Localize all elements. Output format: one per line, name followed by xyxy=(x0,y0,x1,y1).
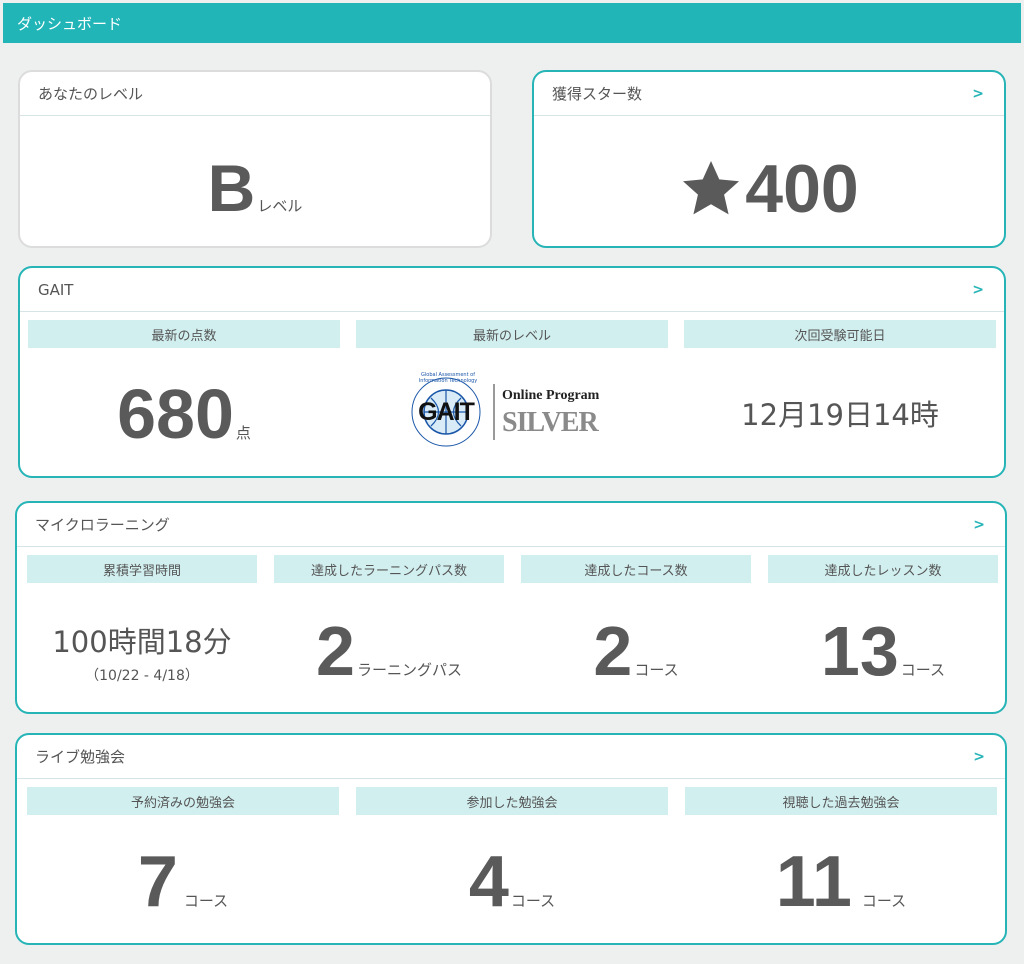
gait-score-label: 最新の点数 xyxy=(28,320,340,348)
page-title: ダッシュボード xyxy=(17,14,123,33)
level-card-header: あなたのレベル xyxy=(20,72,490,116)
level-card: あなたのレベル B レベル xyxy=(18,70,492,248)
gait-logo-level: SILVER xyxy=(502,407,599,438)
reserved-sessions-box: 7 コース xyxy=(27,841,339,923)
microlearning-card-header: マイクロラーニング > xyxy=(17,503,1005,547)
gait-logo-brand: GAIT xyxy=(418,398,475,426)
gait-silver-logo: Global Assessment of Information Technol… xyxy=(404,372,624,452)
gait-card: GAIT > 最新の点数 最新のレベル 次回受験可能日 680 点 Global… xyxy=(18,266,1006,478)
learning-path-unit: ラーニングパス xyxy=(356,661,462,679)
study-time-label: 累積学習時間 xyxy=(27,555,257,583)
gait-next-date-value: 12月19日14時 xyxy=(741,398,939,432)
attended-sessions-label: 参加した勉強会 xyxy=(356,787,668,815)
star-card[interactable]: 獲得スター数 > 400 xyxy=(532,70,1006,248)
gait-logo-ring-text: Global Assessment of Information Technol… xyxy=(418,372,478,384)
attended-sessions-unit: コース xyxy=(510,892,556,910)
live-study-card-header: ライブ勉強会 > xyxy=(17,735,1005,779)
course-count-unit: コース xyxy=(634,661,679,679)
live-study-card-title: ライブ勉強会 xyxy=(35,748,126,766)
chevron-right-icon[interactable]: > xyxy=(973,749,985,765)
study-time-range: （10/22 - 4/18） xyxy=(85,668,199,684)
watched-sessions-box: 11 コース xyxy=(685,841,997,923)
reserved-sessions-label: 予約済みの勉強会 xyxy=(27,787,339,815)
chevron-right-icon[interactable]: > xyxy=(972,282,984,298)
study-time-range-box: （10/22 - 4/18） xyxy=(27,665,257,685)
microlearning-card-title: マイクロラーニング xyxy=(35,516,170,534)
star-card-header: 獲得スター数 > xyxy=(534,72,1004,116)
microlearning-card: マイクロラーニング > 累積学習時間 達成したラーニングパス数 達成したコース数… xyxy=(15,501,1007,714)
star-card-title: 獲得スター数 xyxy=(552,85,643,103)
gait-score-unit: 点 xyxy=(235,424,251,442)
lesson-count-unit: コース xyxy=(900,661,946,679)
learning-path-box: 2 ラーニングパス xyxy=(274,611,504,691)
gait-next-date-label: 次回受験可能日 xyxy=(684,320,996,348)
chevron-right-icon[interactable]: > xyxy=(973,517,985,533)
gait-level-label: 最新のレベル xyxy=(356,320,668,348)
lesson-count-value: 13 xyxy=(820,612,899,690)
level-value-box: B レベル xyxy=(20,150,490,226)
learning-path-label: 達成したラーニングパス数 xyxy=(274,555,504,583)
watched-sessions-value: 11 xyxy=(775,842,852,922)
lesson-count-label: 達成したレッスン数 xyxy=(768,555,998,583)
level-unit: レベル xyxy=(257,197,303,215)
live-study-card: ライブ勉強会 > 予約済みの勉強会 参加した勉強会 視聴した過去勉強会 7 コー… xyxy=(15,733,1007,945)
course-count-label: 達成したコース数 xyxy=(521,555,751,583)
star-value-box: 400 xyxy=(534,150,1004,228)
dashboard-header: ダッシュボード xyxy=(3,3,1021,43)
study-time-value: 100時間18分 xyxy=(52,625,232,659)
gait-score-value: 680 xyxy=(117,375,234,453)
level-value: B xyxy=(207,151,256,225)
watched-sessions-label: 視聴した過去勉強会 xyxy=(685,787,997,815)
attended-sessions-value: 4 xyxy=(468,842,509,922)
course-count-value: 2 xyxy=(593,612,633,690)
star-count: 400 xyxy=(745,151,859,227)
gait-logo-program: Online Program xyxy=(502,388,600,403)
reserved-sessions-value: 7 xyxy=(137,842,178,922)
chevron-right-icon[interactable]: > xyxy=(972,86,984,102)
gait-card-title: GAIT xyxy=(38,280,74,299)
attended-sessions-box: 4 コース xyxy=(356,841,668,923)
star-icon xyxy=(679,157,743,221)
watched-sessions-unit: コース xyxy=(861,892,907,910)
reserved-sessions-unit: コース xyxy=(183,892,229,910)
learning-path-value: 2 xyxy=(316,612,355,690)
lesson-count-box: 13 コース xyxy=(768,611,998,691)
gait-next-date-box: 12月19日14時 xyxy=(684,392,996,434)
level-card-title: あなたのレベル xyxy=(38,85,144,103)
gait-card-header: GAIT > xyxy=(20,268,1004,312)
study-time-box: 100時間18分 xyxy=(27,619,257,661)
gait-score-box: 680 点 xyxy=(28,374,340,454)
course-count-box: 2 コース xyxy=(521,611,751,691)
